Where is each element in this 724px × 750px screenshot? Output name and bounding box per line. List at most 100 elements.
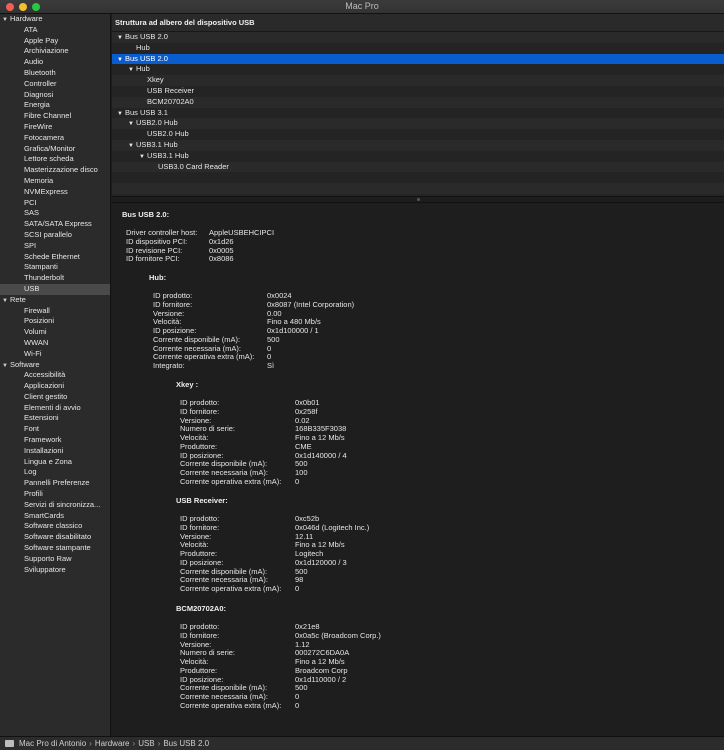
tree-row-bus-usb-3-1[interactable]: ▼ Bus USB 3.1 xyxy=(112,107,724,120)
sidebar-item-posizioni[interactable]: Posizioni xyxy=(0,316,110,327)
sidebar-item-sviluppatore[interactable]: Sviluppatore xyxy=(0,565,110,576)
sidebar-item-smartcards[interactable]: SmartCards xyxy=(0,511,110,522)
breadcrumb: Mac Pro di Antonio › Hardware › USB › Bus USB … xyxy=(19,737,209,750)
sidebar-item-lettore-scheda[interactable]: Lettore scheda xyxy=(0,154,110,165)
sidebar-item-servizi-di-sincronizza[interactable]: Servizi di sincronizza... xyxy=(0,500,110,511)
disclosure-triangle-icon[interactable]: ▼ xyxy=(2,296,10,307)
sidebar-item-installazioni[interactable]: Installazioni xyxy=(0,446,110,457)
sidebar-item-software-classico[interactable]: Software classico xyxy=(0,521,110,532)
disclosure-triangle-icon[interactable]: ▼ xyxy=(139,152,147,163)
sidebar-item-log[interactable]: Log xyxy=(0,467,110,478)
sidebar-item-thunderbolt[interactable]: Thunderbolt xyxy=(0,273,110,284)
sidebar-item-firewire[interactable]: FireWire xyxy=(0,122,110,133)
sidebar-item-framework[interactable]: Framework xyxy=(0,435,110,446)
disclosure-triangle-icon[interactable]: ▼ xyxy=(128,65,136,76)
sidebar-item-stampanti[interactable]: Stampanti xyxy=(0,262,110,273)
property-value: 100 xyxy=(295,468,308,477)
property-value: 0x8086 xyxy=(209,254,234,264)
sidebar-item-fotocamera[interactable]: Fotocamera xyxy=(0,133,110,144)
sidebar-item-pannelli-preferenze[interactable]: Pannelli Preferenze xyxy=(0,478,110,489)
tree-row-bus-usb-2-0[interactable]: ▼ Bus USB 2.0 xyxy=(112,53,724,66)
sidebar-item-applicazioni[interactable]: Applicazioni xyxy=(0,381,110,392)
sidebar-item-lingua-e-zona[interactable]: Lingua e Zona xyxy=(0,457,110,468)
disclosure-triangle-icon[interactable]: ▼ xyxy=(117,33,125,44)
sidebar-item-estensioni[interactable]: Estensioni xyxy=(0,413,110,424)
sidebar-group-software[interactable]: ▼ Software xyxy=(0,360,110,371)
sidebar-item-firewall[interactable]: Firewall xyxy=(0,306,110,317)
sidebar-item-apple-pay[interactable]: Apple Pay xyxy=(0,36,110,47)
sidebar-item-usb[interactable]: USB xyxy=(0,283,110,295)
sidebar-item-grafica-monitor[interactable]: Grafica/Monitor xyxy=(0,144,110,155)
sidebar-item-fibre-channel[interactable]: Fibre Channel xyxy=(0,111,110,122)
system-information-window: Mac Pro ▼ Hardware ATA Apple Pay Archiviazio… xyxy=(0,0,724,750)
property-value: 0x8087 (Intel Corporation) xyxy=(267,299,355,309)
tree-row-usb2-0-hub[interactable]: ▼ USB2.0 Hub xyxy=(112,118,724,130)
sidebar-item-wwan[interactable]: WWAN xyxy=(0,338,110,349)
sidebar-item-font[interactable]: Font xyxy=(0,424,110,435)
sidebar-item-spi[interactable]: SPI xyxy=(0,241,110,252)
sidebar-item-schede-ethernet[interactable]: Schede Ethernet xyxy=(0,252,110,263)
sidebar-item-diagnosi[interactable]: Diagnosi xyxy=(0,90,110,101)
property-value: 0x258f xyxy=(295,406,318,416)
path-bar: Mac Pro di Antonio › Hardware › USB › Bus USB … xyxy=(0,736,724,750)
tree-row-usb2-0-hub[interactable]: USB2.0 Hub xyxy=(112,129,724,140)
tree-row-label: Bus USB 2.0 xyxy=(125,53,168,63)
disclosure-triangle-icon[interactable]: ▼ xyxy=(128,119,136,130)
tree-row-usb3-1-hub[interactable]: ▼ USB3.1 Hub xyxy=(112,150,724,163)
breadcrumb-item-mac-pro-di-antonio[interactable]: Mac Pro di Antonio xyxy=(19,739,86,748)
sidebar-item-profili[interactable]: Profili xyxy=(0,489,110,500)
tree-row-label: BCM20702A0 xyxy=(147,96,194,106)
sidebar-item-volumi[interactable]: Volumi xyxy=(0,327,110,338)
sidebar-item-audio[interactable]: Audio xyxy=(0,57,110,68)
section-title: Xkey : xyxy=(176,380,199,389)
sidebar-item-nvmexpress[interactable]: NVMExpress xyxy=(0,187,110,198)
sidebar-group-rete[interactable]: ▼ Rete xyxy=(0,295,110,306)
sidebar-group-hardware[interactable]: ▼ Hardware xyxy=(0,14,110,25)
sidebar-item-ata[interactable]: ATA xyxy=(0,25,110,36)
sidebar-item-client-gestito[interactable]: Client gestito xyxy=(0,392,110,403)
tree-row-usb3-1-hub[interactable]: ▼ USB3.1 Hub xyxy=(112,139,724,152)
sidebar-item-elementi-di-avvio[interactable]: Elementi di avvio xyxy=(0,403,110,414)
tree-row-usb3-0-card-reader[interactable]: USB3.0 Card Reader xyxy=(112,161,724,173)
sidebar-item-pci[interactable]: PCI xyxy=(0,198,110,209)
sidebar-item-sata-sata-express[interactable]: SATA/SATA Express xyxy=(0,219,110,230)
breadcrumb-item-hardware[interactable]: Hardware xyxy=(95,739,130,748)
property-label: Versione: xyxy=(180,639,212,649)
property-label: Corrente operativa extra (mA): xyxy=(180,476,282,486)
sidebar-item-sas[interactable]: SAS xyxy=(0,208,110,219)
sidebar-item-energia[interactable]: Energia xyxy=(0,100,110,111)
disclosure-triangle-icon[interactable]: ▼ xyxy=(128,141,136,152)
sidebar-item-accessibilit[interactable]: Accessibilità xyxy=(0,370,110,381)
section-title: Bus USB 2.0: xyxy=(122,210,170,219)
tree-row-bcm20702a0[interactable]: BCM20702A0 xyxy=(112,96,724,108)
divider-handle-icon[interactable] xyxy=(417,198,420,201)
sidebar-item-scsi-parallelo[interactable]: SCSI parallelo xyxy=(0,230,110,241)
tree-row-empty xyxy=(112,183,724,194)
tree-row-hub[interactable]: Hub xyxy=(112,42,724,54)
sidebar-item-software-stampante[interactable]: Software stampante xyxy=(0,543,110,554)
breadcrumb-item-usb[interactable]: USB xyxy=(138,739,154,748)
disclosure-triangle-icon[interactable]: ▼ xyxy=(2,361,10,372)
chevron-right-icon: › xyxy=(89,739,92,748)
property-value: 0x1d120000 / 3 xyxy=(295,557,347,567)
property-label: ID prodotto: xyxy=(180,398,220,407)
split-view-divider[interactable] xyxy=(112,196,724,203)
sidebar-item-wi-fi[interactable]: Wi-Fi xyxy=(0,349,110,360)
sidebar-item-masterizzazione-disco[interactable]: Masterizzazione disco xyxy=(0,165,110,176)
tree-row-usb-receiver[interactable]: USB Receiver xyxy=(112,85,724,97)
disclosure-triangle-icon[interactable]: ▼ xyxy=(117,55,125,66)
tree-row-hub[interactable]: ▼ Hub xyxy=(112,64,724,76)
breadcrumb-item-bus-usb-2-0[interactable]: Bus USB 2.0 xyxy=(163,739,209,748)
sidebar-item-controller[interactable]: Controller xyxy=(0,79,110,90)
sidebar-item-supporto-raw[interactable]: Supporto Raw xyxy=(0,554,110,565)
tree-row-bus-usb-2-0[interactable]: ▼ Bus USB 2.0 xyxy=(112,32,724,43)
sidebar-item-software-disabilitato[interactable]: Software disabilitato xyxy=(0,532,110,543)
tree-row-xkey[interactable]: Xkey xyxy=(112,75,724,86)
disclosure-triangle-icon[interactable]: ▼ xyxy=(2,15,10,26)
sidebar-item-bluetooth[interactable]: Bluetooth xyxy=(0,68,110,79)
sidebar-item-archiviazione[interactable]: Archiviazione xyxy=(0,46,110,57)
property-label: Versione: xyxy=(153,308,185,318)
property-label: Corrente necessaria (mA): xyxy=(180,468,268,477)
sidebar-item-memoria[interactable]: Memoria xyxy=(0,176,110,187)
disclosure-triangle-icon[interactable]: ▼ xyxy=(117,109,125,120)
